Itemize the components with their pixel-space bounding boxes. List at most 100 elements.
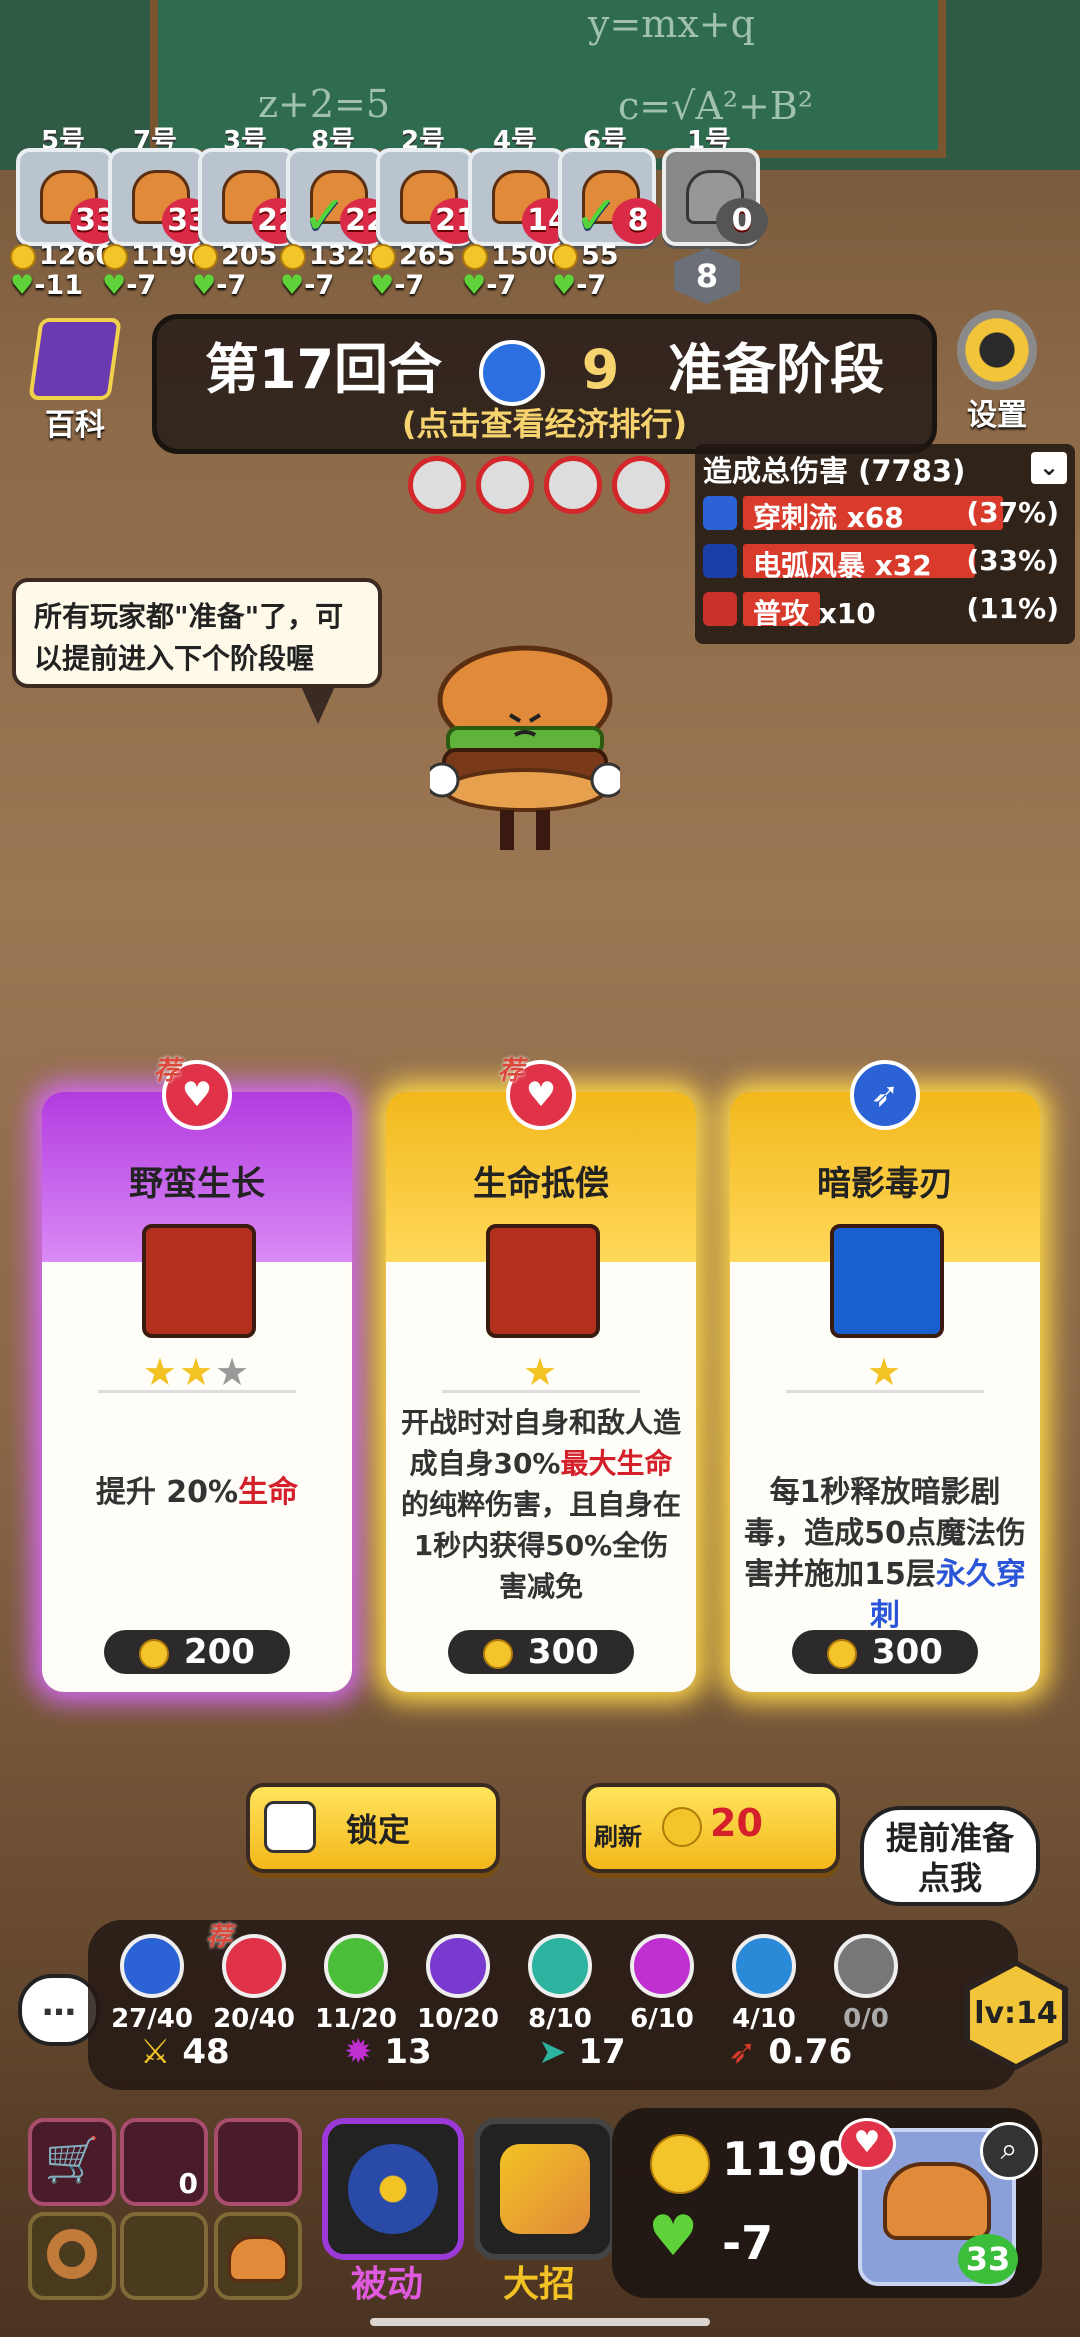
player-slot[interactable]: 1号 0 8	[650, 120, 768, 305]
upgrade-card[interactable]: 生命抵偿 ★ 开战时对自身和敌人造成自身30%最大生命的纯粹伤害，且自身在1秒内获得…	[386, 1092, 696, 1692]
card-skill-icon	[486, 1224, 600, 1338]
home-indicator	[370, 2318, 710, 2326]
heart-icon: ♥	[370, 270, 395, 301]
player-slot[interactable]: 6号 ✓ 8 55 ♥-7	[546, 120, 664, 305]
synergy-count: 20/40	[213, 2004, 295, 2034]
card-type-badge: ➶	[850, 1060, 920, 1130]
synergy-count: 10/20	[417, 2004, 499, 2034]
passive-label: 被动	[350, 2264, 423, 2305]
burger-slot[interactable]	[214, 2212, 302, 2300]
damage-panel[interactable]: 造成总伤害 (7783) ⌄ 穿刺流 x68 (37%) 电弧风暴 x32 (33%)…	[695, 444, 1075, 644]
gold-amount: 1190	[722, 2132, 851, 2186]
level-text: lv:14	[974, 1996, 1058, 2031]
player-life: ♥-11	[10, 270, 83, 301]
upgrade-card[interactable]: 野蛮生长 ★★★ 提升 20%生命 200	[42, 1092, 352, 1692]
encyclopedia-button[interactable]: 百科	[20, 318, 130, 443]
synergy-stat[interactable]: 6/10	[616, 1934, 708, 2034]
board-formula: y=mx+q	[588, 2, 755, 46]
synergy-stat[interactable]: 11/20	[310, 1934, 402, 2034]
synergy-count: 8/10	[528, 2004, 592, 2034]
recommended-tag: 荐	[498, 1056, 525, 1086]
player-life: ♥-7	[552, 270, 607, 301]
ready-early-button[interactable]: 提前准备 点我	[860, 1806, 1040, 1906]
card-price: 200	[104, 1630, 290, 1674]
elimination-rank: 8	[674, 248, 740, 304]
synergy-stat[interactable]: 4/10	[718, 1934, 810, 2034]
skill-icon	[703, 496, 737, 530]
damage-row: 电弧风暴 x32 (33%)	[703, 540, 1065, 582]
synergy-icon	[834, 1934, 898, 1998]
player-life: ♥-7	[192, 270, 247, 301]
synergy-stat[interactable]: 10/20	[412, 1934, 504, 2034]
card-stars: ★	[866, 1350, 904, 1394]
lock-button[interactable]: 锁定	[246, 1783, 500, 1873]
passive-skill-button[interactable]	[322, 2118, 464, 2260]
attack-value: 48	[182, 2032, 230, 2072]
synergy-count: 0/0	[843, 2004, 889, 2034]
burger-icon	[228, 2236, 288, 2282]
timer-value: 9	[581, 338, 620, 401]
round-banner[interactable]: 第17回合 9 准备阶段 (点击查看经济排行)	[152, 314, 937, 454]
camo-slot[interactable]	[120, 2212, 208, 2300]
player-life: ♥-7	[280, 270, 335, 301]
upgrade-card[interactable]: 暗影毒刃 ★ 每1秒释放暗影剧毒，造成50点魔法伤害并施加15层永久穿刺 300	[730, 1092, 1040, 1692]
skill-value: 13	[384, 2032, 432, 2072]
shop-cart-slot[interactable]: 🛒	[28, 2118, 116, 2206]
card-title: 生命抵偿	[473, 1164, 609, 1204]
heart-icon: ♥	[192, 270, 217, 301]
card-description: 提升 20%生命	[95, 1475, 299, 1510]
synergy-stat[interactable]: 0/0	[820, 1934, 912, 2034]
ultimate-skill-button[interactable]	[474, 2118, 616, 2260]
card-price: 300	[448, 1630, 634, 1674]
settings-button[interactable]: 设置	[942, 310, 1052, 433]
synergy-stat[interactable]: 8/10	[514, 1934, 606, 2034]
banned-shield-icon	[476, 456, 534, 514]
ultimate-label: 大招	[502, 2264, 575, 2305]
passive-skill-icon	[348, 2144, 438, 2234]
player-life: ♥-7	[370, 270, 425, 301]
donut-slot[interactable]	[28, 2212, 116, 2300]
stopwatch-icon	[478, 340, 545, 407]
card-description: 开战时对自身和敌人造成自身30%最大生命的纯粹伤害，且自身在1秒内获得50%全伤…	[400, 1406, 681, 1603]
player-gold: 55	[552, 240, 619, 271]
synergy-count: 4/10	[732, 2004, 796, 2034]
card-type-badge: ♥ 荐	[498, 1056, 576, 1130]
coin-icon	[483, 1638, 514, 1669]
player-hp: 0	[716, 198, 768, 244]
card-title: 暗影毒刃	[817, 1164, 953, 1204]
recommended-tag: 荐	[154, 1056, 181, 1086]
card-price: 300	[792, 1630, 978, 1674]
synergy-icon	[426, 1934, 490, 1998]
coin-icon	[192, 243, 218, 270]
tank-count: 0	[178, 2167, 198, 2200]
player-gold: 265	[370, 240, 455, 271]
coin-icon	[370, 243, 396, 270]
life-heart-icon: ♥	[648, 2204, 699, 2269]
heart-icon: ♥	[102, 270, 127, 301]
tank-item-slot[interactable]: 0	[120, 2118, 208, 2206]
coin-icon	[462, 243, 488, 270]
pierce-icon: ➶	[850, 1060, 920, 1130]
synergy-stat[interactable]: 27/40	[106, 1934, 198, 2034]
damage-source: 电弧风暴 x32	[753, 549, 932, 582]
damage-row: 普攻 x10 (11%)	[703, 588, 1065, 630]
damage-percent: (33%)	[966, 544, 1059, 577]
economy-ranking-hint: (点击查看经济排行)	[401, 405, 688, 443]
bubble-tail	[300, 684, 336, 724]
player-wallet: 1190 ♥ -7 ♥ ⌕ 33	[612, 2108, 1042, 2298]
speed-value: 17	[578, 2032, 626, 2072]
search-icon[interactable]: ⌕	[980, 2122, 1038, 2180]
damage-total-title: 造成总伤害 (7783)	[703, 454, 966, 488]
ready-early-line2: 点我	[917, 1859, 982, 1897]
skill-icon	[703, 544, 737, 578]
equipment-slot[interactable]	[214, 2118, 302, 2206]
gold-coin-icon	[650, 2134, 710, 2194]
collapse-icon[interactable]: ⌄	[1031, 452, 1067, 484]
book-icon	[28, 318, 122, 400]
attack-stat: ⚔ 48	[140, 2032, 230, 2072]
hp-badge: 33	[958, 2234, 1018, 2284]
heart-icon: ♥	[280, 270, 305, 301]
card-skill-icon	[142, 1224, 256, 1338]
refresh-button[interactable]: 刷新 20	[582, 1783, 840, 1873]
synergy-stat[interactable]: 荐 20/40	[206, 1922, 300, 2034]
